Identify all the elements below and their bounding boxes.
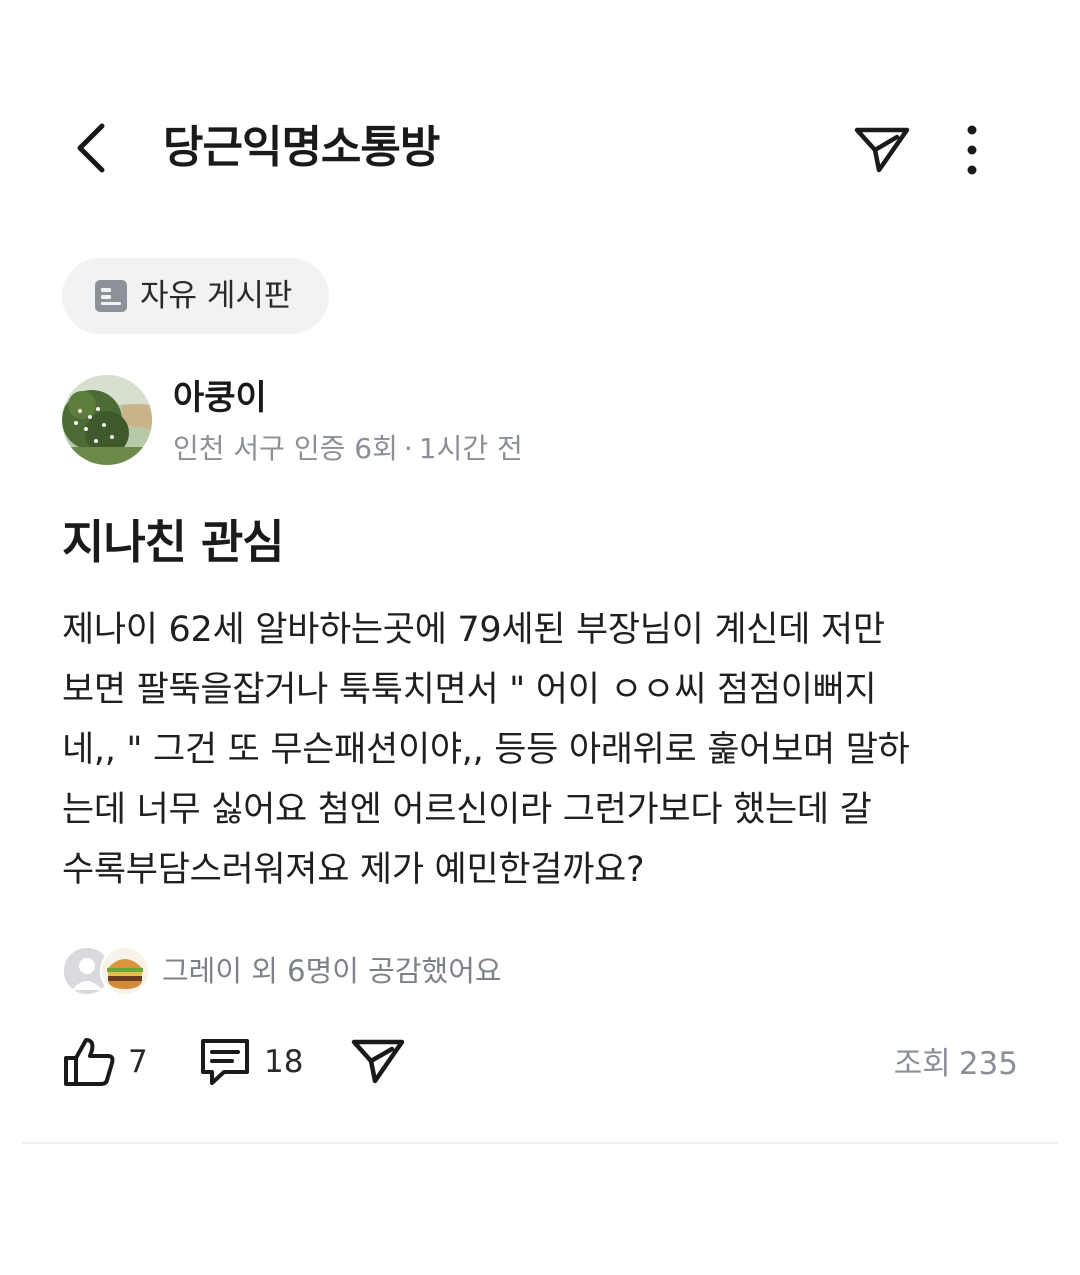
board-category-chip[interactable]: 자유 게시판 [62, 258, 329, 334]
empathy-avatars [62, 944, 154, 998]
vertical-dots-icon [967, 125, 977, 175]
comment-icon [201, 1039, 249, 1085]
post-title: 지나친 관심 [62, 515, 285, 569]
board-label: 자유 게시판 [140, 278, 293, 314]
author-avatar[interactable] [62, 375, 152, 465]
author-name[interactable]: 아쿵이 [173, 376, 267, 420]
post-body: 제나이 62세 알바하는곳에 79세된 부장님이 계신데 저만 보면 팔뚝을잡거… [62, 610, 910, 890]
burger-avatar-icon [100, 946, 150, 996]
share-post-button[interactable] [350, 1036, 406, 1086]
view-number: 235 [958, 1046, 1018, 1082]
view-label: 조회 [893, 1046, 951, 1082]
author-location: 인천 서구 인증 6회 [173, 432, 398, 465]
comment-count: 18 [264, 1044, 304, 1080]
empathy-text: 그레이 외 6명이 공감했어요 [162, 954, 502, 988]
paper-plane-icon [854, 127, 910, 173]
like-count: 7 [128, 1044, 148, 1080]
top-app-bar: 당근익명소통방 [0, 100, 1080, 196]
section-divider [22, 1142, 1058, 1144]
view-count: 조회 235 [894, 1044, 1018, 1084]
chevron-left-icon [77, 123, 105, 173]
more-options-button[interactable] [948, 118, 996, 182]
board-icon [94, 279, 128, 313]
meta-separator: · [403, 432, 413, 465]
paper-plane-icon [351, 1039, 405, 1084]
back-button[interactable] [60, 118, 120, 178]
like-button[interactable]: 7 [62, 1036, 148, 1088]
thumbs-up-icon [64, 1038, 115, 1086]
empathy-summary[interactable]: 그레이 외 6명이 공감했어요 [62, 944, 502, 998]
post-action-bar: 7 18 조회 235 [62, 1030, 1022, 1100]
share-button[interactable] [850, 118, 914, 182]
author-meta: 인천 서구 인증 6회 · 1시간 전 [173, 430, 523, 468]
page-title: 당근익명소통방 [163, 122, 440, 173]
post-detail-page: 당근익명소통방 자유 게시판 아쿵이 인천 서구 인증 6회 · 1시간 전 지… [0, 0, 1080, 1275]
post-time: 1시간 전 [418, 432, 523, 465]
comment-button[interactable]: 18 [198, 1036, 303, 1088]
